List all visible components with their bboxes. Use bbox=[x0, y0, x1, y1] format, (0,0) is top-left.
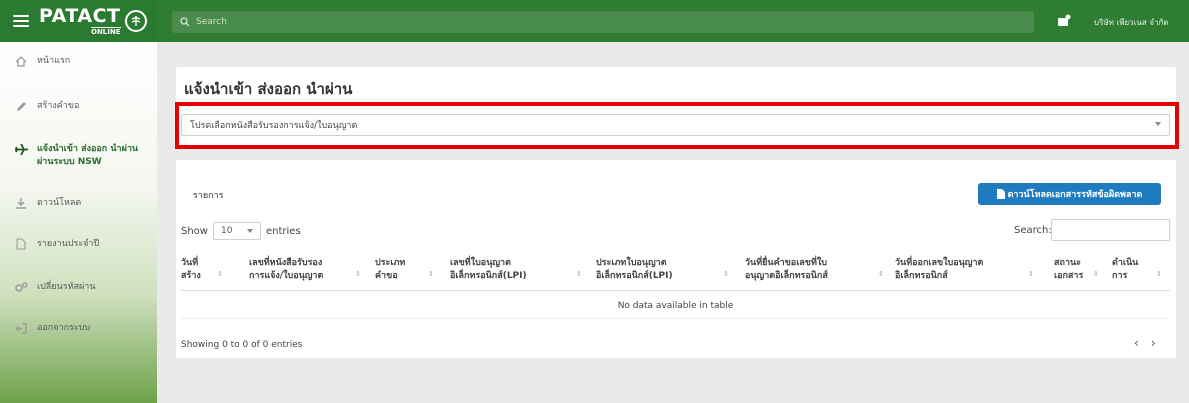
sidebar-item-download[interactable]: ดาวน์โหลด bbox=[14, 197, 81, 210]
table-row-divider bbox=[181, 318, 1170, 319]
brand-area: PATACT ONLINE bbox=[0, 0, 157, 42]
download-icon bbox=[14, 197, 28, 209]
sort-icon[interactable]: ⇕ bbox=[723, 270, 729, 278]
logo-text: PATACT bbox=[39, 4, 121, 27]
sort-icon[interactable]: ⇕ bbox=[576, 270, 582, 278]
column-header-created-date[interactable]: วันที่ สร้าง bbox=[181, 257, 201, 283]
sort-icon[interactable]: ⇕ bbox=[878, 270, 884, 278]
entries-length-control: Show 10 entries bbox=[181, 222, 301, 240]
sidebar-item-home[interactable]: หน้าแรก bbox=[14, 55, 70, 68]
column-header-request-date[interactable]: วันที่ยื่นคำขอเลขที่ใบ อนุญาตอิเล็กทรอนิก… bbox=[745, 257, 828, 283]
notification-icon[interactable] bbox=[1057, 14, 1071, 28]
home-icon bbox=[14, 55, 28, 67]
logout-icon bbox=[14, 322, 28, 334]
sidebar-item-create-request[interactable]: สร้างคำขอ bbox=[14, 100, 79, 113]
table-empty-message: No data available in table bbox=[617, 301, 734, 311]
sidebar-item-change-password[interactable]: เปลี่ยนรหัสผ่าน bbox=[14, 281, 95, 294]
list-title: รายการ bbox=[193, 191, 224, 201]
pagination: ‹ › bbox=[1134, 336, 1156, 350]
airplane-icon bbox=[14, 143, 28, 155]
search-placeholder: Search bbox=[196, 17, 227, 27]
entries-select[interactable]: 10 bbox=[212, 222, 261, 240]
document-icon bbox=[14, 238, 28, 250]
search-icon bbox=[180, 17, 190, 27]
sort-icon[interactable]: ⇕ bbox=[1028, 270, 1034, 278]
column-header-status[interactable]: สถานะ เอกสาร bbox=[1054, 257, 1083, 283]
gears-icon bbox=[14, 281, 28, 293]
column-header-certificate-number[interactable]: เลขที่หนังสือรับรอง การแจ้ง/ใบอนุญาต bbox=[249, 257, 323, 283]
column-header-issue-date[interactable]: วันที่ออกเลขใบอนุญาต อิเล็กทรอนิกส์ bbox=[895, 257, 983, 283]
sort-icon[interactable]: ⇕ bbox=[1156, 270, 1162, 278]
entries-value: 10 bbox=[220, 226, 233, 236]
highlight-box bbox=[175, 102, 1179, 149]
logo[interactable]: PATACT ONLINE bbox=[39, 4, 147, 36]
page-title: แจ้งนำเข้า ส่งออก นำผ่าน bbox=[184, 80, 353, 98]
sidebar bbox=[0, 42, 157, 403]
column-header-lpi-type[interactable]: ประเภทใบอนุญาต อิเล็กทรอนิกส์(LPI) bbox=[596, 257, 673, 283]
sidebar-item-nsw-notification[interactable]: แจ้งนำเข้า ส่งออก นำผ่าน ผ่านระบบ NSW bbox=[14, 143, 147, 169]
column-header-request-type[interactable]: ประเภท คำขอ bbox=[375, 257, 405, 283]
sidebar-item-annual-report[interactable]: รายงานประจำปี bbox=[14, 238, 99, 251]
logo-emblem-icon bbox=[124, 10, 147, 32]
file-icon bbox=[996, 189, 1005, 199]
sort-icon[interactable]: ⇕ bbox=[217, 270, 223, 278]
sort-icon[interactable]: ⇕ bbox=[1093, 270, 1099, 278]
global-search-input[interactable]: Search bbox=[172, 11, 1034, 33]
previous-page-button[interactable]: ‹ bbox=[1134, 336, 1139, 350]
table-search-input[interactable] bbox=[1051, 219, 1170, 241]
logo-subtext: ONLINE bbox=[91, 26, 121, 36]
column-header-action[interactable]: ดำเนิน การ bbox=[1112, 257, 1138, 283]
sidebar-item-logout[interactable]: ออกจากระบบ bbox=[14, 322, 90, 335]
next-page-button[interactable]: › bbox=[1151, 336, 1156, 350]
column-header-lpi-number[interactable]: เลขที่ใบอนุญาต อิเล็กทรอนิกส์(LPI) bbox=[450, 257, 527, 283]
show-label: Show bbox=[181, 225, 208, 237]
entries-label: entries bbox=[265, 225, 301, 237]
sort-icon[interactable]: ⇕ bbox=[355, 270, 361, 278]
menu-icon[interactable] bbox=[13, 15, 29, 27]
pencil-icon bbox=[14, 100, 28, 112]
download-error-codes-button[interactable]: ดาวน์โหลดเอกสารรหัสข้อผิดพลาด bbox=[978, 183, 1161, 205]
company-name[interactable]: บริษัท เพียวเนส จำกัด bbox=[1094, 16, 1169, 29]
sort-icon[interactable]: ⇕ bbox=[428, 270, 434, 278]
table-search-label: Search: bbox=[1014, 225, 1052, 236]
table-info: Showing 0 to 0 of 0 entries bbox=[181, 340, 303, 350]
table-header-divider bbox=[181, 290, 1170, 291]
chevron-down-icon bbox=[246, 229, 253, 233]
